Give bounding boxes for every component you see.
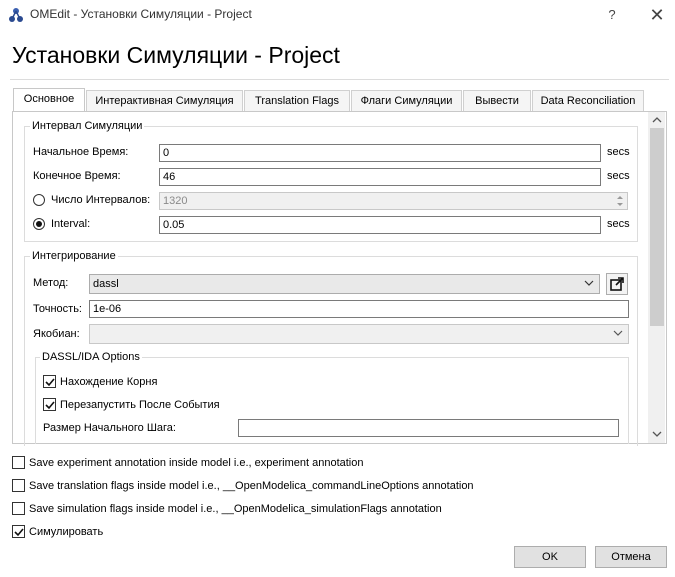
- number-of-intervals-radio[interactable]: [33, 194, 45, 206]
- tab-general[interactable]: Основное: [13, 88, 85, 112]
- interval-input[interactable]: 0.05: [159, 216, 601, 234]
- window-title: OMEdit - Установки Симуляции - Project: [30, 7, 252, 21]
- tab-output[interactable]: Вывести: [463, 90, 531, 112]
- tab-translation-flags[interactable]: Translation Flags: [244, 90, 350, 112]
- interval-radio[interactable]: [33, 218, 45, 230]
- initial-step-label: Размер Начального Шага:: [43, 422, 176, 434]
- number-of-intervals-input[interactable]: 1320: [159, 192, 628, 210]
- save-translation-flags-checkbox[interactable]: [12, 479, 25, 492]
- tolerance-input[interactable]: 1e-06: [89, 300, 629, 318]
- tab-data-reconciliation[interactable]: Data Reconciliation: [532, 90, 644, 112]
- tab-interactive-simulation[interactable]: Интерактивная Симуляция: [86, 90, 243, 112]
- checkmark-icon: [45, 401, 55, 410]
- scroll-up-icon[interactable]: [652, 116, 662, 124]
- scroll-down-icon[interactable]: [652, 430, 662, 438]
- interval-unit: secs: [607, 218, 630, 230]
- cancel-button[interactable]: Отмена: [595, 546, 667, 568]
- save-experiment-checkbox[interactable]: [12, 456, 25, 469]
- number-of-intervals-label: Число Интервалов:: [51, 194, 151, 206]
- stop-time-unit: secs: [607, 170, 630, 182]
- help-button[interactable]: ?: [600, 4, 624, 26]
- open-external-icon: [610, 277, 624, 291]
- save-simulation-flags-checkbox[interactable]: [12, 502, 25, 515]
- scrollbar-thumb[interactable]: [650, 128, 664, 326]
- simulate-label: Симулировать: [29, 526, 104, 538]
- ok-button[interactable]: OK: [514, 546, 586, 568]
- start-time-unit: secs: [607, 146, 630, 158]
- start-time-label: Начальное Время:: [33, 146, 129, 158]
- page-title: Установки Симуляции - Project: [12, 42, 340, 68]
- initial-step-input[interactable]: [238, 419, 619, 437]
- restart-after-event-label: Перезапустить После События: [60, 399, 220, 411]
- omedit-app-icon: [9, 8, 23, 22]
- close-button[interactable]: ✕: [645, 4, 669, 26]
- method-value: dassl: [93, 278, 119, 290]
- restart-after-event-checkbox[interactable]: [43, 398, 56, 411]
- method-select[interactable]: dassl: [89, 274, 600, 294]
- start-time-input[interactable]: 0: [159, 144, 601, 162]
- tolerance-label: Точность:: [33, 303, 82, 315]
- chevron-down-icon: [584, 280, 594, 286]
- divider: [10, 79, 669, 80]
- save-experiment-label: Save experiment annotation inside model …: [29, 457, 364, 469]
- method-label: Метод:: [33, 277, 69, 289]
- save-simulation-flags-label: Save simulation flags inside model i.e.,…: [29, 503, 442, 515]
- save-translation-flags-label: Save translation flags inside model i.e.…: [29, 480, 474, 492]
- interval-label: Interval:: [51, 218, 91, 230]
- dassl-options-title: DASSL/IDA Options: [40, 351, 142, 363]
- spin-arrows-icon: [617, 196, 623, 206]
- checkmark-icon: [14, 528, 24, 537]
- stop-time-input[interactable]: 46: [159, 168, 601, 186]
- method-info-button[interactable]: [606, 273, 628, 295]
- stop-time-label: Конечное Время:: [33, 170, 121, 182]
- integration-title: Интегрирование: [30, 250, 118, 262]
- tab-simulation-flags[interactable]: Флаги Симуляции: [351, 90, 462, 112]
- root-finding-checkbox[interactable]: [43, 375, 56, 388]
- checkmark-icon: [45, 378, 55, 387]
- jacobian-label: Якобиан:: [33, 328, 80, 340]
- chevron-down-icon: [613, 330, 623, 336]
- simulation-interval-title: Интервал Симуляции: [30, 120, 145, 132]
- root-finding-label: Нахождение Корня: [60, 376, 158, 388]
- simulate-checkbox[interactable]: [12, 525, 25, 538]
- jacobian-select[interactable]: [89, 324, 629, 344]
- title-bar: OMEdit - Установки Симуляции - Project ?…: [0, 0, 675, 30]
